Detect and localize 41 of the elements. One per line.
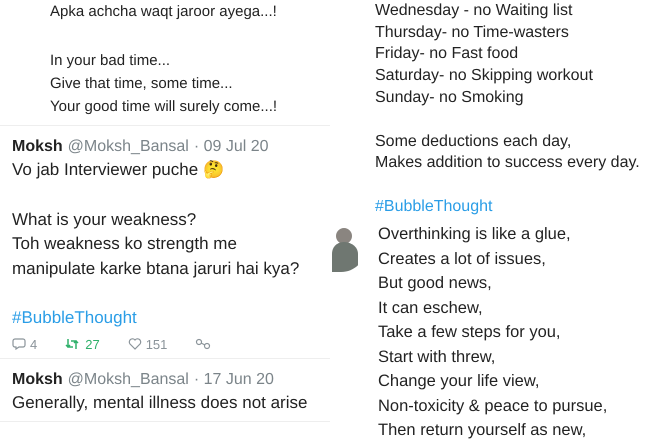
speech-bubble-icon [12,338,26,350]
tweet-text-line: Sunday- no Smoking [375,88,525,108]
tweet-text-line: It can eschew, [378,298,484,318]
hashtag-link[interactable]: #BubbleThought [375,196,660,218]
tweet-text-line: Start with threw, [378,346,496,368]
tweet-text-line: Friday- no Fast food [375,44,520,64]
tweet-text-line: Saturday- no Skipping workout [375,66,594,86]
tweet-text-line: Change your life view, [378,371,540,392]
tweet-text-line: Makes addition to success every day. [375,153,641,174]
tweet-text-line: Creates a lot of issues, [378,248,547,270]
tweet-text-line: Then return yourself as new, [378,420,588,440]
tweet-text-line: Vo jab Interviewer puche 🤔 [12,159,225,181]
tweet-text-line: But good news, [378,273,493,294]
tweet-date: · 17 Jun 20 [194,370,274,390]
like-button[interactable]: 151 [128,336,168,352]
tweet-text-line: What is your weakness? [12,208,198,230]
user-name: Moksh [12,370,63,390]
tweet-date: · 09 Jul 20 [194,137,269,157]
tweet-text-line: Some deductions each day, [375,132,572,152]
retweet-arrows-icon [65,338,82,350]
tweet-text-line: Non-toxicity & peace to pursue, [378,396,608,416]
tweet-text-line: Apka achcha waqt jaroor ayega...! [50,2,278,22]
user-handle: @Moksh_Bansal [68,137,189,157]
tweet-text-line: Thursday- no Time-wasters [375,22,570,43]
tweet-text-line: Toh weakness ko strength me [12,233,238,255]
user-name: Moksh [12,137,63,157]
tweet-text-line: Generally, mental illness does not arise [12,392,308,414]
tweet-text-line: Your good time will surely come...! [50,97,278,117]
share-button[interactable] [195,336,212,352]
tweet-text-line: Take a few steps for you, [378,322,562,343]
tweet-text-line: Wednesday - no Waiting list [375,1,574,21]
reply-button[interactable]: 4 [12,336,38,352]
tweet-text-line: Give that time, some time... [50,74,234,94]
hashtag-link[interactable]: #BubbleThought [12,306,318,330]
tweet-text-line: Overthinking is like a glue, [378,224,572,245]
share-icon [195,338,212,350]
heart-icon [128,338,142,350]
tweet-text-line: In your bad time... [50,51,172,71]
tweet-text-line: manipulate karke btana jaruri hai kya? [12,258,300,280]
user-handle: @Moksh_Bansal [68,370,189,390]
retweet-button[interactable]: 27 [65,336,100,352]
